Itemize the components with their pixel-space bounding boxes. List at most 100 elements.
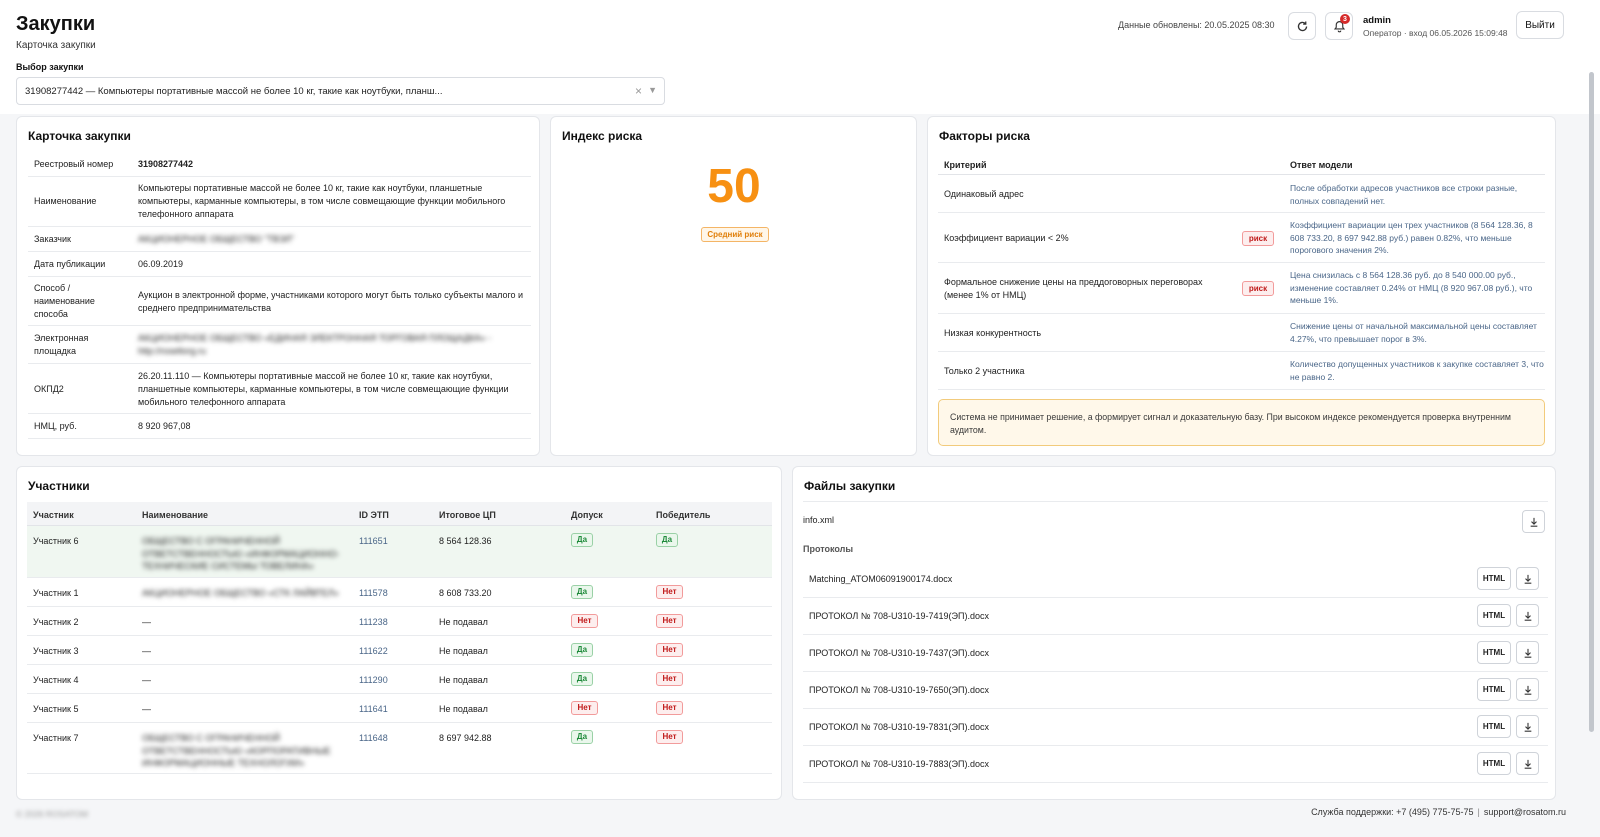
table-row[interactable]: Участник 3 — 111622 Не подавал Да Нет	[27, 636, 772, 665]
download-icon	[1524, 722, 1531, 732]
factor-row: Только 2 участника Количество допущенных…	[938, 352, 1545, 390]
html-view-button[interactable]: HTML	[1477, 567, 1511, 590]
files-card: Файлы закупки info.xml Протоколы Matchin…	[792, 466, 1556, 800]
download-button[interactable]	[1522, 510, 1545, 533]
file-name[interactable]: ПРОТОКОЛ № 708-U310-19-7650(ЭП).docx	[809, 685, 989, 695]
participants-title: Участники	[28, 479, 90, 493]
table-row[interactable]: Участник 7 ОБЩЕСТВО С ОГРАНИЧЕННОЙ ОТВЕТ…	[27, 723, 772, 774]
table-row[interactable]: Участник 5 — 111641 Не подавал Нет Нет	[27, 694, 772, 723]
notification-count-badge: 3	[1340, 14, 1350, 24]
download-button[interactable]	[1516, 604, 1539, 627]
risk-index-value: 50	[707, 160, 761, 213]
protocols-label: Протоколы	[803, 544, 854, 554]
field-publication-date: Дата публикации 06.09.2019	[28, 252, 531, 277]
file-name[interactable]: ПРОТОКОЛ № 708-U310-19-7437(ЭП).docx	[809, 648, 989, 658]
purchase-select-value: 31908277442 — Компьютеры портативные мас…	[25, 86, 443, 97]
field-nmc: НМЦ, руб. 8 920 967,08	[28, 414, 531, 439]
admission-badge: Да	[571, 533, 593, 547]
file-row: ПРОТОКОЛ № 708-U310-19-7831(ЭП).docx HTM…	[803, 709, 1548, 746]
field-platform: Электронная площадка АКЦИОНЕРНОЕ ОБЩЕСТВ…	[28, 326, 531, 364]
download-button[interactable]	[1516, 752, 1539, 775]
file-row: ПРОТОКОЛ № 708-U310-19-7650(ЭП).docx HTM…	[803, 672, 1548, 709]
risk-tag: риск	[1242, 281, 1274, 296]
copyright: © 2026 ROSATOM	[16, 809, 89, 819]
admission-badge: Да	[571, 672, 593, 686]
footer-separator: |	[1477, 807, 1480, 817]
support-email[interactable]: support@rosatom.ru	[1484, 807, 1566, 817]
risk-index-card: Индекс риска 50 Средний риск	[550, 116, 917, 456]
chevron-down-icon[interactable]: ▼	[648, 85, 657, 95]
page-scrollbar[interactable]	[1588, 62, 1595, 792]
risk-factors-card: Факторы риска Критерий Ответ модели Один…	[927, 116, 1556, 456]
winner-badge: Нет	[656, 672, 683, 686]
factor-row: Низкая конкурентность Снижение цены от н…	[938, 314, 1545, 352]
file-row: ПРОТОКОЛ № 708-U310-19-7883(ЭП).docx HTM…	[803, 746, 1548, 783]
factor-row: Одинаковый адрес После обработки адресов…	[938, 175, 1545, 213]
field-customer: Заказчик АКЦИОНЕРНОЕ ОБЩЕСТВО "ТВЭЛ"	[28, 227, 531, 252]
main-file-name[interactable]: info.xml	[803, 515, 834, 525]
file-row: ПРОТОКОЛ № 708-U310-19-7437(ЭП).docx HTM…	[803, 635, 1548, 672]
risk-index-title: Индекс риска	[562, 129, 643, 143]
admission-badge: Нет	[571, 701, 598, 715]
registry-number-value[interactable]: 31908277442	[138, 158, 528, 171]
support-phone[interactable]: Служба поддержки: +7 (495) 775-75-75	[1311, 807, 1473, 817]
field-name: Наименование Компьютеры портативные масс…	[28, 177, 531, 227]
html-view-button[interactable]: HTML	[1477, 715, 1511, 738]
admission-badge: Да	[571, 730, 593, 744]
winner-badge: Нет	[656, 585, 683, 599]
field-registry-number: Реестровый номер 31908277442	[28, 152, 531, 177]
footer: © 2026 ROSATOM Служба поддержки: +7 (495…	[0, 800, 1600, 837]
download-icon	[1524, 648, 1531, 658]
disclaimer-note: Система не принимает решение, а формируе…	[938, 399, 1545, 446]
download-button[interactable]	[1516, 715, 1539, 738]
winner-badge: Нет	[656, 614, 683, 628]
file-name[interactable]: ПРОТОКОЛ № 708-U310-19-7883(ЭП).docx	[809, 759, 989, 769]
risk-factors-title: Факторы риска	[939, 129, 1030, 143]
download-button[interactable]	[1516, 641, 1539, 664]
risk-level-badge: Средний риск	[701, 227, 769, 242]
clear-icon[interactable]: ×	[635, 84, 642, 98]
files-title: Файлы закупки	[804, 479, 896, 493]
download-button[interactable]	[1516, 678, 1539, 701]
table-row[interactable]: Участник 4 — 111290 Не подавал Да Нет	[27, 665, 772, 694]
download-icon	[1524, 759, 1531, 769]
purchase-card: Карточка закупки Реестровый номер 319082…	[16, 116, 540, 456]
field-okpd2: ОКПД2 26.20.11.110 — Компьютеры портатив…	[28, 364, 531, 414]
participants-card: Участники Участник Наименование ID ЭТП И…	[16, 466, 782, 800]
support-contacts: Служба поддержки: +7 (495) 775-75-75 | sup…	[1311, 807, 1566, 817]
html-view-button[interactable]: HTML	[1477, 641, 1511, 664]
notifications-button[interactable]: 3	[1325, 12, 1353, 40]
file-row: Matching_ATOM06091900174.docx HTML	[803, 561, 1548, 598]
table-row[interactable]: Участник 6 ОБЩЕСТВО С ОГРАНИЧЕННОЙ ОТВЕТ…	[27, 526, 772, 578]
participants-table-header: Участник Наименование ID ЭТП Итоговое ЦП…	[27, 502, 772, 526]
download-icon	[1524, 685, 1531, 695]
download-icon	[1530, 517, 1537, 527]
purchase-select-label: Выбор закупки	[16, 62, 84, 72]
winner-badge: Нет	[656, 730, 683, 744]
purchase-select[interactable]: 31908277442 — Компьютеры портативные мас…	[16, 77, 665, 105]
col-model-answer: Ответ модели	[1290, 160, 1353, 170]
admission-badge: Да	[571, 643, 593, 657]
page-header: Закупки Карточка закупки Выбор закупки 3…	[0, 0, 1600, 114]
table-row[interactable]: Участник 2 — 111238 Не подавал Нет Нет	[27, 607, 772, 636]
file-name[interactable]: ПРОТОКОЛ № 708-U310-19-7419(ЭП).docx	[809, 611, 989, 621]
winner-badge: Нет	[656, 701, 683, 715]
user-name: admin	[1363, 15, 1391, 26]
factor-row: Формальное снижение цены на преддоговорн…	[938, 263, 1545, 314]
refresh-button[interactable]	[1288, 12, 1316, 40]
file-name[interactable]: ПРОТОКОЛ № 708-U310-19-7831(ЭП).docx	[809, 722, 989, 732]
file-name[interactable]: Matching_ATOM06091900174.docx	[809, 574, 952, 584]
html-view-button[interactable]: HTML	[1477, 604, 1511, 627]
html-view-button[interactable]: HTML	[1477, 752, 1511, 775]
html-view-button[interactable]: HTML	[1477, 678, 1511, 701]
table-row[interactable]: Участник 1 АКЦИОНЕРНОЕ ОБЩЕСТВО «СТК ЛАЙ…	[27, 578, 772, 607]
page-title: Закупки	[16, 13, 96, 35]
refresh-icon	[1297, 20, 1307, 31]
data-updated-text: Данные обновлены: 20.05.2025 08:30	[1118, 20, 1275, 30]
logout-button[interactable]: Выйти	[1516, 11, 1564, 39]
scrollbar-thumb[interactable]	[1589, 72, 1594, 732]
col-criterion: Критерий	[944, 160, 987, 170]
user-role: Оператор · вход 06.05.2026 15:09:48	[1363, 28, 1508, 38]
download-icon	[1524, 611, 1531, 621]
download-button[interactable]	[1516, 567, 1539, 590]
